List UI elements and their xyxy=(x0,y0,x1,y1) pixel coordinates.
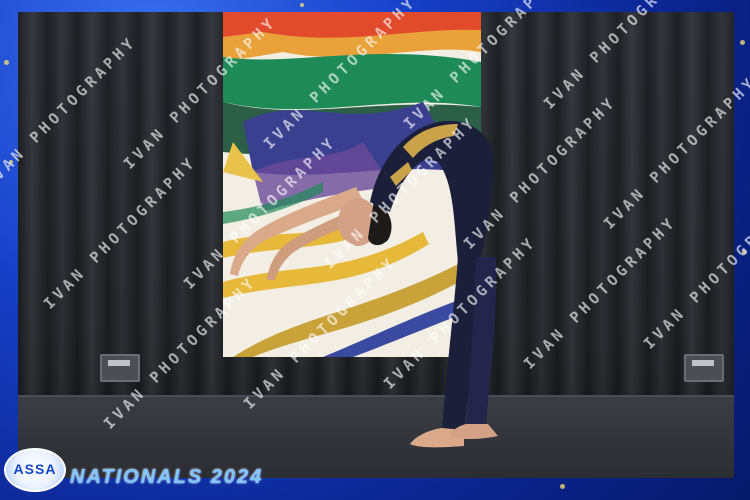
frame-sparkle xyxy=(4,60,9,65)
event-title: NATIONALS 2024 xyxy=(70,466,264,488)
dancer xyxy=(230,120,498,448)
logo-text: ASSA xyxy=(13,461,57,477)
frame-sparkle xyxy=(9,160,13,164)
photo-frame: IVAN PHOTOGRAPHY IVAN PHOTOGRAPHY IVAN P… xyxy=(0,0,750,500)
stage-photo xyxy=(18,12,734,478)
frame-sparkle xyxy=(742,250,746,254)
frame-sparkle xyxy=(560,484,565,489)
frame-sparkle xyxy=(740,40,745,45)
assa-logo: ASSA xyxy=(4,448,66,492)
frame-sparkle xyxy=(300,3,304,7)
